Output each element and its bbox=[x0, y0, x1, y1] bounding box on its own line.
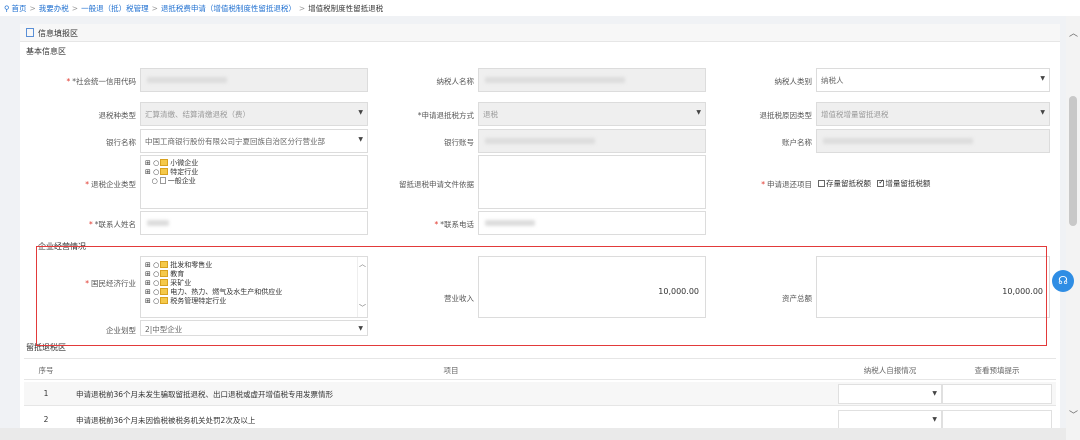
col-self-report: 纳税人自报情况 bbox=[863, 366, 917, 375]
tree-node[interactable]: ○ 一般企业 bbox=[145, 177, 198, 186]
account-label: 银行账号 bbox=[444, 138, 474, 147]
bank-select[interactable]: 中国工商银行股份有限公司宁夏回族自治区分行营业部 ▼ bbox=[140, 129, 368, 153]
assistant-button[interactable]: ☊ bbox=[1052, 270, 1074, 292]
enterprise-type-tree[interactable]: ⊞ ○ 小微企业 ⊞ ○ 特定行业 ○ 一般企业 bbox=[140, 155, 368, 209]
reason-label: 退抵税原因类型 bbox=[759, 111, 813, 120]
bank-label: 银行名称 bbox=[106, 138, 136, 147]
refund-type-select[interactable]: 汇算清缴、结算清缴退税（费） ▼ bbox=[140, 102, 368, 126]
col-prefill-hint: 查看预填提示 bbox=[974, 366, 1020, 375]
refund-table-header: 序号 项目 纳税人自报情况 查看预填提示 bbox=[24, 358, 1056, 380]
chevron-down-icon: ▼ bbox=[358, 109, 363, 116]
col-no: 序号 bbox=[38, 366, 54, 375]
phone-label: * *联系电话 bbox=[434, 220, 475, 229]
self-report-select[interactable]: ▼ bbox=[838, 410, 942, 430]
enterprise-type-label: * 退税企业类型 bbox=[85, 180, 136, 189]
tree-node[interactable]: ⊞ ○ 小微企业 bbox=[145, 159, 198, 168]
basic-section-title: 基本信息区 bbox=[26, 47, 66, 56]
breadcrumb-item[interactable]: 我要办税 bbox=[39, 4, 69, 13]
reason-select[interactable]: 增值税增量留抵退税 ▼ bbox=[816, 102, 1050, 126]
breadcrumb-current: 增值税制度性留抵退税 bbox=[308, 4, 384, 13]
self-report-select[interactable]: ▼ bbox=[838, 384, 942, 404]
refund-type-label: 退税种类型 bbox=[98, 111, 137, 120]
account-name-field[interactable] bbox=[816, 129, 1050, 153]
increment-refund-checkbox[interactable]: 增量留抵税额 bbox=[877, 178, 930, 188]
folder-icon bbox=[160, 159, 169, 166]
chevron-down-icon: ▼ bbox=[932, 416, 937, 423]
folder-icon bbox=[160, 168, 169, 175]
form-panel: 信息填报区 基本信息区 * *社会统一信用代码 纳税人名称 纳税人类别 纳税人 ▼ … bbox=[20, 24, 1060, 440]
table-row: 1 申请退税前36个月未发生骗取留抵退税、出口退税或虚开增值税专用发票情形 ▼ bbox=[24, 382, 1056, 406]
chevron-down-icon: ▼ bbox=[1040, 109, 1045, 116]
horizontal-scrollbar[interactable] bbox=[0, 428, 1066, 440]
row-item: 申请退税前36个月未发生骗取留抵退税、出口退税或虚开增值税专用发票情形 bbox=[76, 390, 334, 399]
taxpayer-name-field[interactable] bbox=[478, 68, 706, 92]
breadcrumb-home[interactable]: 首页 bbox=[12, 4, 27, 13]
page-area: 信息填报区 基本信息区 * *社会统一信用代码 纳税人名称 纳税人类别 纳税人 ▼ … bbox=[0, 16, 1080, 440]
breadcrumb-item[interactable]: 一般退（抵）税管理 bbox=[81, 4, 149, 13]
highlight-box bbox=[36, 246, 1047, 346]
col-item: 项目 bbox=[443, 366, 459, 375]
form-icon bbox=[26, 28, 34, 37]
credit-code-label: * *社会统一信用代码 bbox=[66, 77, 137, 86]
chevron-up-icon[interactable]: ︿ bbox=[1069, 26, 1078, 39]
apply-item-label: * 申请退还项目 bbox=[761, 180, 812, 189]
page-scrollbar[interactable]: ︿ ﹀ bbox=[1066, 16, 1080, 440]
chevron-down-icon: ▼ bbox=[696, 109, 701, 116]
taxpayer-name-label: 纳税人名称 bbox=[436, 77, 475, 86]
phone-field[interactable] bbox=[478, 211, 706, 235]
panel-title: 信息填报区 bbox=[38, 29, 78, 38]
prefill-hint-cell[interactable] bbox=[942, 384, 1052, 404]
breadcrumb-item[interactable]: 退抵税费申请（增值税制度性留抵退税） bbox=[161, 4, 296, 13]
tree-node[interactable]: ⊞ ○ 特定行业 bbox=[145, 168, 198, 177]
credit-code-field[interactable] bbox=[140, 68, 368, 92]
row-no: 1 bbox=[43, 389, 49, 398]
scrollbar-thumb[interactable] bbox=[1069, 96, 1077, 226]
breadcrumb: ⚲ 首页 > 我要办税 > 一般退（抵）税管理 > 退抵税费申请（增值税制度性留抵退税） > 增值… bbox=[0, 0, 1080, 16]
chevron-down-icon: ▼ bbox=[1040, 75, 1045, 82]
contact-field[interactable] bbox=[140, 211, 368, 235]
account-name-label: 账户名称 bbox=[782, 138, 812, 147]
taxpayer-type-select[interactable]: 纳税人 ▼ bbox=[816, 68, 1050, 92]
method-label: *申请退抵税方式 bbox=[417, 111, 474, 120]
stock-refund-checkbox[interactable]: 存量留抵税额 bbox=[818, 179, 871, 188]
location-icon: ⚲ bbox=[4, 4, 10, 13]
doc-basis-field[interactable] bbox=[478, 155, 706, 209]
chevron-down-icon: ▼ bbox=[358, 136, 363, 143]
taxpayer-type-label: 纳税人类别 bbox=[774, 77, 813, 86]
row-no: 2 bbox=[43, 415, 49, 424]
apply-item-options: 存量留抵税额 增量留抵税额 bbox=[818, 178, 930, 189]
chevron-down-icon[interactable]: ﹀ bbox=[1069, 408, 1078, 421]
method-select[interactable]: 退税 ▼ bbox=[478, 102, 706, 126]
contact-label: * *联系人姓名 bbox=[89, 220, 136, 229]
account-field[interactable] bbox=[478, 129, 706, 153]
chevron-down-icon: ▼ bbox=[932, 390, 937, 397]
doc-basis-label: 留抵退税申请文件依据 bbox=[399, 180, 474, 189]
panel-header: 信息填报区 bbox=[20, 24, 1060, 42]
prefill-hint-cell[interactable] bbox=[942, 410, 1052, 430]
row-item: 申请退税前36个月未因偷税被税务机关处罚2次及以上 bbox=[76, 416, 256, 425]
headset-icon: ☊ bbox=[1058, 274, 1068, 287]
file-icon bbox=[159, 177, 166, 184]
